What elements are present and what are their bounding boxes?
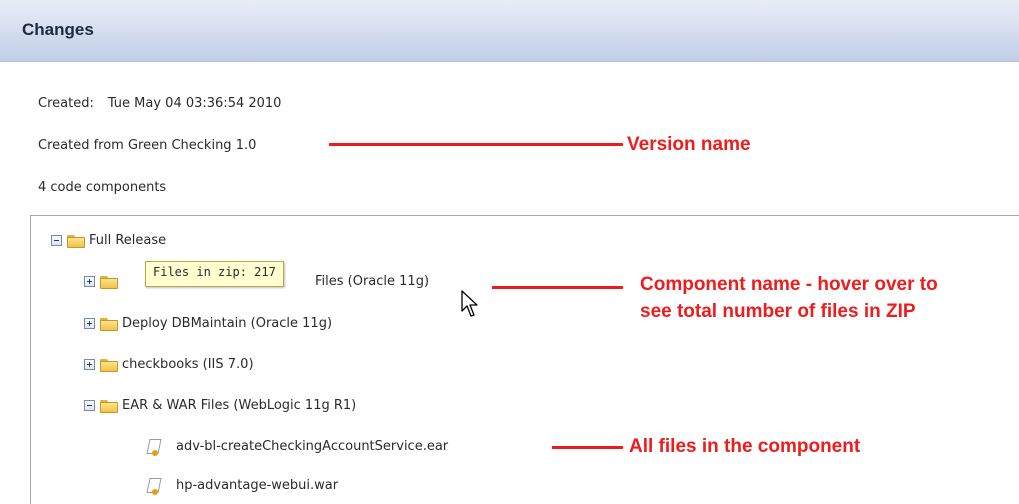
version-annotation-line — [329, 143, 623, 146]
tree-node-file[interactable]: adv-bl-createCheckingAccountService.ear — [146, 437, 566, 457]
file-icon — [146, 439, 162, 457]
tree-node-component[interactable]: Deploy DBMaintain (Oracle 11g) — [84, 314, 484, 334]
tree-node-label: adv-bl-createCheckingAccountService.ear — [176, 439, 449, 454]
file-icon — [146, 478, 162, 496]
component-annotation-line2: see total number of files in ZIP — [640, 301, 916, 322]
expand-icon[interactable] — [84, 359, 95, 370]
tree-node-component[interactable]: Files (Oracle 11g) — [84, 272, 484, 292]
tree-node-label: EAR & WAR Files (WebLogic 11g R1) — [122, 398, 357, 413]
tree-node-file[interactable]: hp-advantage-webui.war — [146, 476, 566, 496]
created-label: Created: — [38, 96, 94, 111]
components-count: 4 code components — [38, 180, 167, 195]
mouse-pointer-icon — [461, 290, 478, 317]
tree-node-label: hp-advantage-webui.war — [176, 478, 339, 493]
collapse-icon[interactable] — [51, 235, 62, 246]
component-annotation-line — [492, 286, 623, 289]
tree-node-label: Full Release — [89, 233, 167, 248]
files-annotation-line — [552, 446, 623, 449]
created-from-text: Created from Green Checking 1.0 — [38, 138, 257, 153]
panel-title: Changes — [22, 20, 94, 39]
tree-node-component[interactable]: EAR & WAR Files (WebLogic 11g R1) — [84, 396, 484, 416]
collapse-icon[interactable] — [84, 400, 95, 411]
tree-node-root[interactable]: Full Release — [51, 231, 251, 251]
component-annotation-line1: Component name - hover over to — [640, 274, 938, 295]
expand-icon[interactable] — [84, 276, 95, 287]
panel-header: Changes — [0, 0, 1019, 62]
tree-node-label: Files (Oracle 11g) — [315, 274, 430, 289]
created-value: Tue May 04 03:36:54 2010 — [107, 96, 282, 111]
folder-icon — [100, 359, 118, 372]
created-row: Created: Tue May 04 03:36:54 2010 — [38, 96, 281, 111]
folder-icon — [100, 400, 118, 413]
files-annotation: All files in the component — [629, 436, 861, 457]
tree-node-component[interactable]: checkbooks (IIS 7.0) — [84, 355, 484, 375]
folder-icon — [100, 276, 118, 289]
tree-node-label: checkbooks (IIS 7.0) — [122, 357, 254, 372]
tree-node-label: Deploy DBMaintain (Oracle 11g) — [122, 316, 333, 331]
folder-icon — [100, 318, 118, 331]
version-annotation: Version name — [627, 134, 751, 155]
folder-icon — [67, 235, 85, 248]
files-count-tooltip: Files in zip: 217 — [145, 261, 284, 287]
expand-icon[interactable] — [84, 318, 95, 329]
